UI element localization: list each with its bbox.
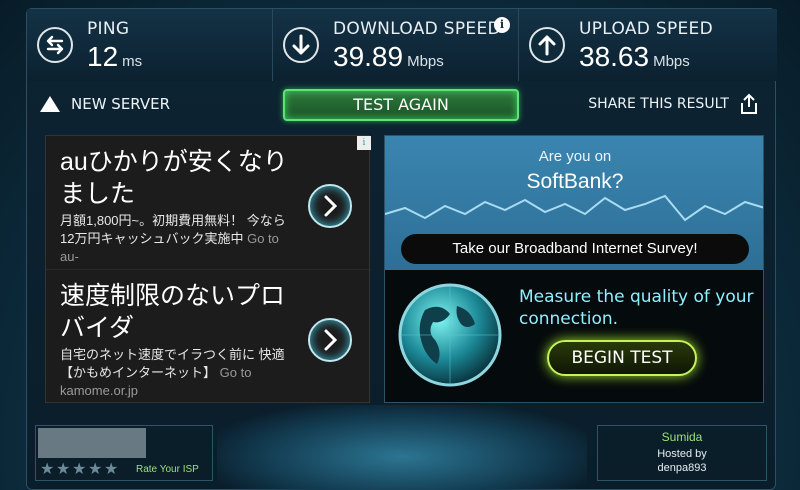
isp-rating-panel: ★ ★ ★ ★ ★ Rate Your ISP: [35, 425, 213, 481]
star-icon[interactable]: ★: [56, 462, 72, 478]
begin-test-button[interactable]: BEGIN TEST: [547, 340, 697, 376]
ad-description: 月額1,800円~。初期費用無料！ 今なら12万円キャッシュバック実施中 Go …: [60, 212, 292, 266]
test-again-button[interactable]: TEST AGAIN: [283, 89, 519, 121]
ad-item[interactable]: 速度制限のないプロバイダ 自宅のネット速度でイラつく前に 快適【かもめインターネ…: [46, 270, 371, 404]
star-rating[interactable]: ★ ★ ★ ★ ★: [40, 462, 120, 478]
chevron-right-icon[interactable]: [308, 318, 352, 362]
survey-banner[interactable]: Take our Broadband Internet Survey!: [401, 234, 749, 264]
host-city: Sumida: [661, 430, 703, 444]
map-background: [217, 405, 587, 490]
chevron-right-icon[interactable]: [308, 184, 352, 228]
upload-arrow-icon: [529, 27, 565, 63]
ping-arrows-icon: [37, 27, 73, 63]
host-name: denpa893: [657, 462, 707, 474]
share-button[interactable]: SHARE THIS RESULT: [588, 93, 759, 115]
star-icon[interactable]: ★: [88, 462, 104, 478]
download-label: DOWNLOAD SPEED: [333, 19, 501, 39]
speedtest-frame: PING 12 ms DOWNLOAD SPEED 39.89 Mbps i UPL…: [26, 8, 777, 490]
star-icon[interactable]: ★: [40, 462, 56, 478]
new-server-button[interactable]: NEW SERVER: [39, 93, 170, 115]
ping-stat: PING 12 ms: [27, 9, 273, 81]
upload-label: UPLOAD SPEED: [579, 19, 713, 39]
ad-title[interactable]: 速度制限のないプロバイダ: [60, 280, 290, 344]
measure-text: Measure the quality of your connection.: [519, 287, 754, 329]
star-icon[interactable]: ★: [72, 462, 88, 478]
host-panel: Sumida Hosted by denpa893: [597, 425, 767, 481]
survey-question-line1: Are you on: [538, 148, 612, 165]
new-server-label: NEW SERVER: [71, 95, 171, 113]
ping-number: 12: [87, 41, 119, 72]
ping-label: PING: [87, 19, 130, 39]
upload-number: 38.63: [579, 41, 650, 72]
share-label: SHARE THIS RESULT: [588, 96, 729, 112]
survey-header: Are you on SoftBank? Take our Broadband …: [385, 136, 763, 270]
upload-stat: UPLOAD SPEED 38.63 Mbps: [519, 9, 777, 81]
triangle-up-icon: [40, 96, 60, 112]
text-ads: auひかりが安くなりました 月額1,800円~。初期費用無料！ 今なら12万円キ…: [45, 135, 371, 404]
share-icon: [741, 93, 757, 114]
info-icon[interactable]: i: [494, 17, 510, 33]
stats-bar: PING 12 ms DOWNLOAD SPEED 39.89 Mbps i UPL…: [27, 9, 777, 81]
download-value: 39.89 Mbps: [333, 41, 444, 73]
ad-item[interactable]: auひかりが安くなりました 月額1,800円~。初期費用無料！ 今なら12万円キ…: [46, 136, 371, 270]
download-arrow-icon: [283, 27, 319, 63]
rate-isp-label: Rate Your ISP: [136, 464, 199, 475]
ad-title[interactable]: auひかりが安くなりました: [60, 146, 290, 210]
survey-body: Measure the quality of your connection. …: [385, 270, 763, 402]
hosted-by-label: Hosted by: [657, 448, 707, 460]
upload-unit: Mbps: [653, 53, 690, 70]
survey-ad[interactable]: Are you on SoftBank? Take our Broadband …: [384, 135, 764, 403]
star-icon[interactable]: ★: [104, 462, 120, 478]
ad-description: 自宅のネット速度でイラつく前に 快適【かもめインターネット】 Go to kam…: [60, 346, 292, 400]
upload-value: 38.63 Mbps: [579, 41, 690, 73]
ping-unit: ms: [122, 53, 143, 70]
download-stat: DOWNLOAD SPEED 39.89 Mbps i: [273, 9, 519, 81]
download-number: 39.89: [333, 41, 404, 72]
ad-choices-icon[interactable]: i: [357, 136, 371, 150]
action-bar: NEW SERVER TEST AGAIN SHARE THIS RESULT: [27, 81, 777, 127]
ping-value: 12 ms: [87, 41, 142, 73]
download-unit: Mbps: [407, 53, 444, 70]
globe-icon: [398, 283, 502, 387]
isp-name-redacted: [38, 428, 146, 458]
